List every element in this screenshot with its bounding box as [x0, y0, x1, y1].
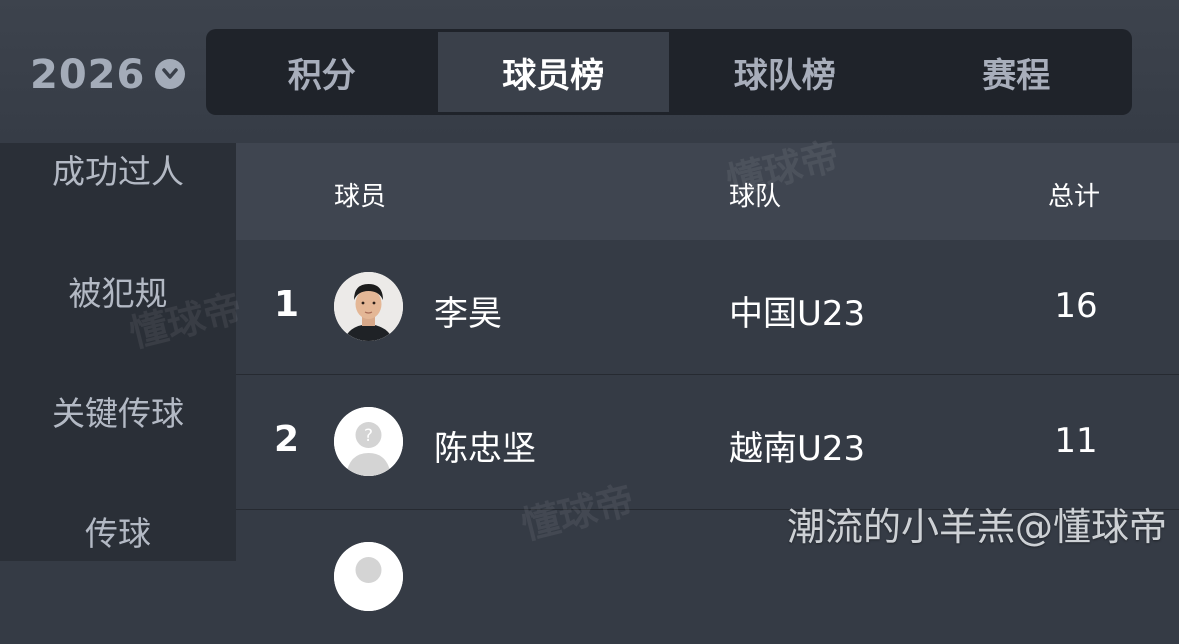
credit-watermark: 潮流的小羊羔@懂球帝 [786, 505, 1167, 549]
sidebar-item-fouled[interactable]: 被犯规 [0, 267, 236, 315]
tab-schedule[interactable]: 赛程 [901, 29, 1133, 115]
sidebar-item-passes[interactable]: 传球 [0, 507, 236, 555]
svg-text:?: ? [364, 426, 373, 446]
rank-number: 2 [274, 419, 300, 460]
player-avatar [334, 272, 403, 341]
player-name: 李昊 [434, 294, 502, 334]
header-team: 球队 [729, 182, 782, 212]
placeholder-avatar-icon: ? [334, 407, 403, 476]
sidebar-item-successful-dribbles[interactable]: 成功过人 [0, 145, 236, 193]
stat-total: 11 [1054, 421, 1098, 461]
year-label: 2026 [30, 52, 146, 98]
placeholder-avatar-icon [334, 542, 403, 611]
player-team: 越南U23 [729, 429, 866, 469]
stat-total: 16 [1054, 286, 1098, 326]
table-header: 球员 球队 总计 [236, 143, 1179, 240]
table-row[interactable]: 1 李昊 中国U23 16 [236, 240, 1179, 375]
player-name: 陈忠坚 [434, 429, 536, 469]
table-row[interactable]: 2 ? 陈忠坚 越南U23 11 [236, 375, 1179, 510]
year-selector[interactable]: 2026 [30, 50, 186, 100]
tab-bar: 积分 球员榜 球队榜 赛程 [206, 29, 1132, 115]
tab-standings[interactable]: 积分 [206, 29, 438, 115]
stat-category-sidebar: 成功过人 被犯规 关键传球 传球 [0, 143, 236, 561]
player-team: 中国U23 [729, 294, 866, 334]
tab-team-rankings[interactable]: 球队榜 [669, 29, 901, 115]
header-total: 总计 [1048, 182, 1101, 212]
rank-number: 1 [274, 284, 300, 325]
tab-player-rankings[interactable]: 球员榜 [437, 32, 669, 112]
header-player: 球员 [334, 182, 387, 212]
sidebar-item-key-passes[interactable]: 关键传球 [0, 387, 236, 435]
chevron-down-icon [155, 59, 186, 89]
